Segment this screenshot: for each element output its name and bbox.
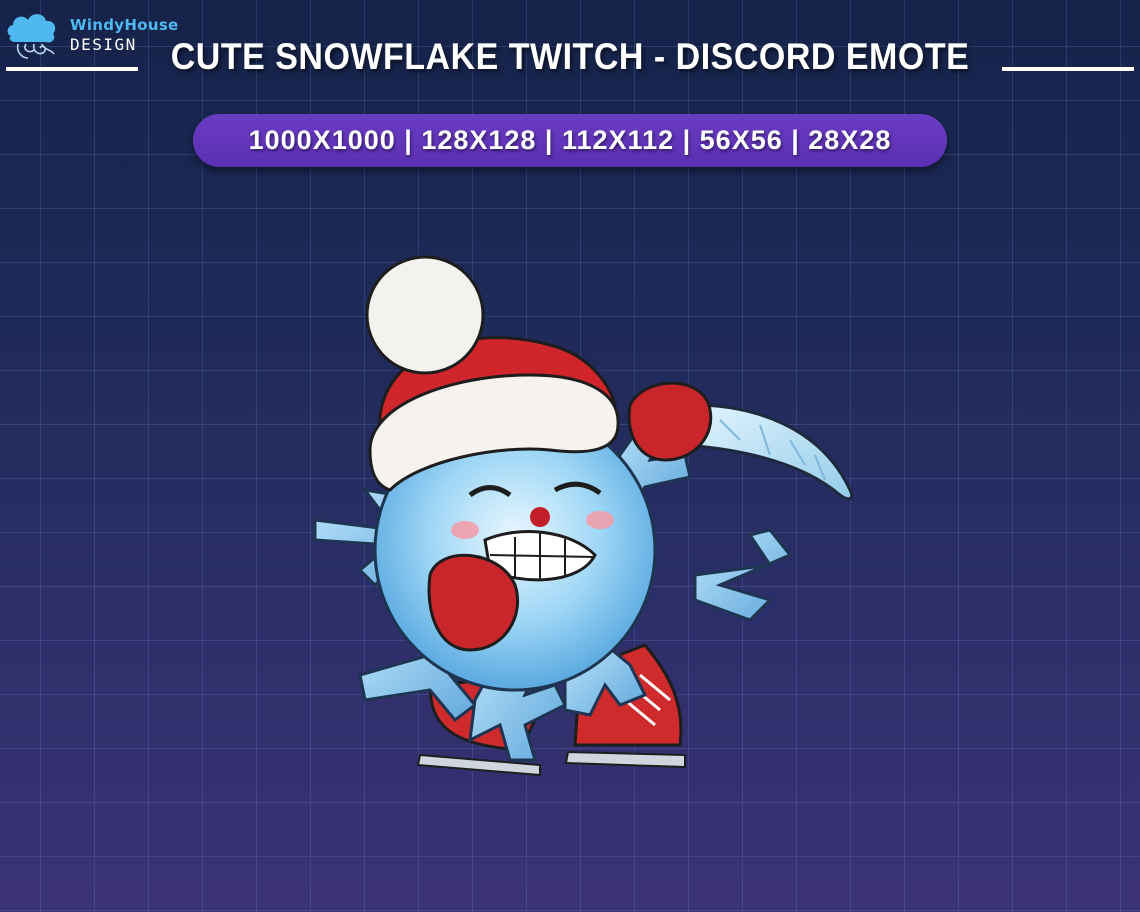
- hat-pompom: [365, 255, 485, 375]
- sizes-text: 1000X1000 | 128X128 | 112X112 | 56X56 | …: [248, 125, 892, 155]
- page-title: CUTE SNOWFLAKE TWITCH - DISCORD EMOTE: [170, 36, 970, 78]
- sizes-banner: 1000X1000 | 128X128 | 112X112 | 56X56 | …: [193, 114, 947, 167]
- brand-name-top: WindyHouse: [70, 16, 179, 34]
- snowflake-emote-illustration: [313, 255, 854, 777]
